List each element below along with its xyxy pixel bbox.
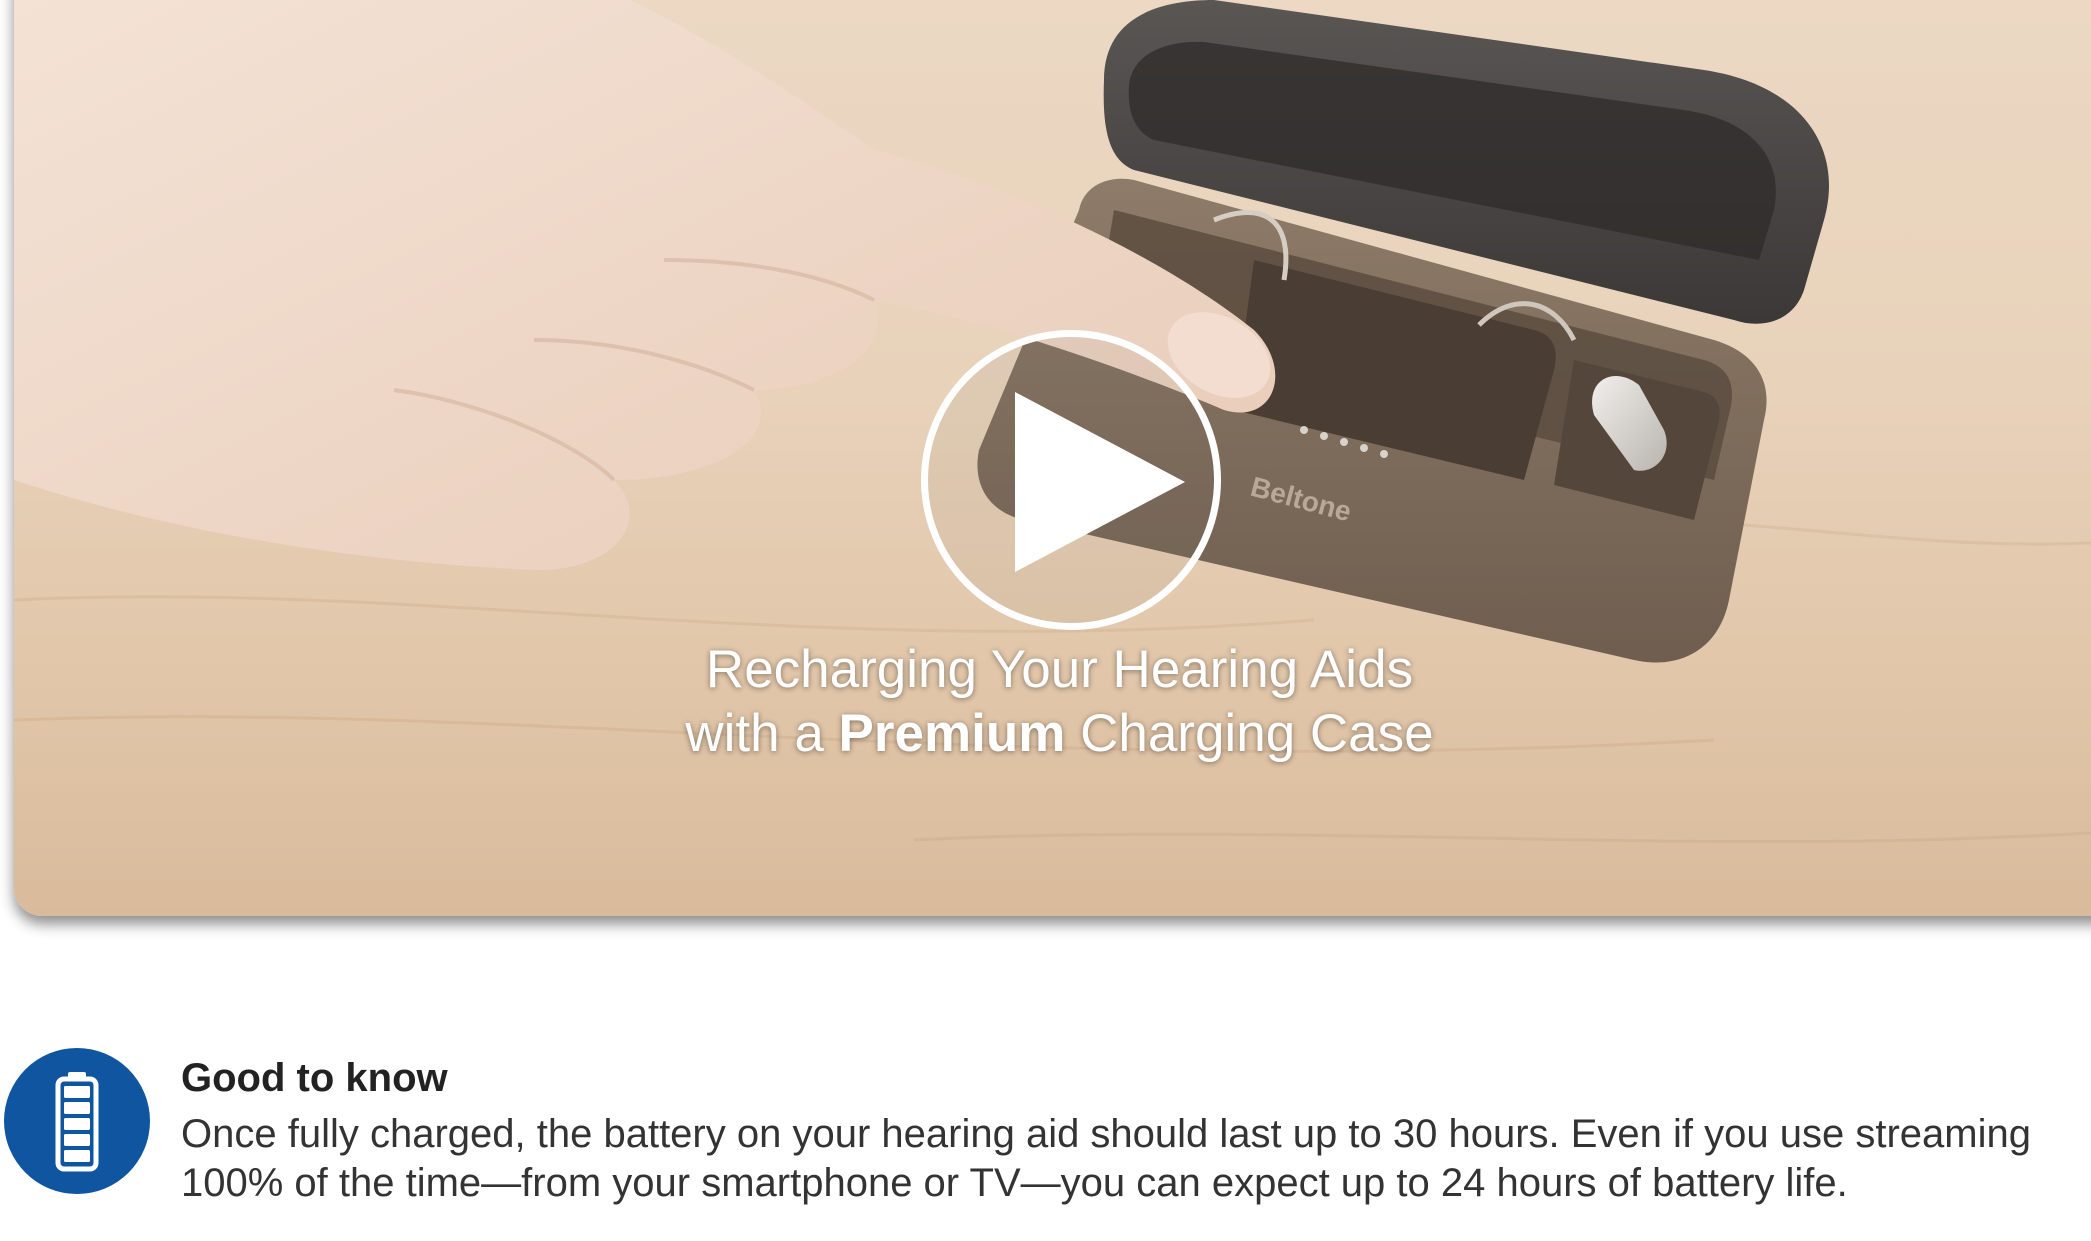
caption-bold: Premium [838,704,1066,763]
video-player[interactable]: Beltone Recharging Your Hearing Aids wit… [14,0,2091,916]
page: Beltone Recharging Your Hearing Aids wit… [0,0,2091,1241]
caption-suffix: Charging Case [1065,704,1434,763]
info-body: Once fully charged, the battery on your … [181,1110,2091,1208]
video-caption-line-2: with a Premium Charging Case [14,702,2091,766]
caption-prefix: with a [685,704,839,763]
info-body-line-1: Once fully charged, the battery on your … [181,1112,2031,1156]
info-body-line-2: 100% of the time—from your smartphone or… [181,1161,1848,1205]
video-caption: Recharging Your Hearing Aids with a Prem… [14,638,2091,766]
battery-icon [4,1048,150,1194]
play-button[interactable] [921,330,1221,630]
video-caption-line-1: Recharging Your Hearing Aids [705,640,1414,699]
play-icon [1015,392,1185,572]
info-title: Good to know [181,1056,448,1100]
